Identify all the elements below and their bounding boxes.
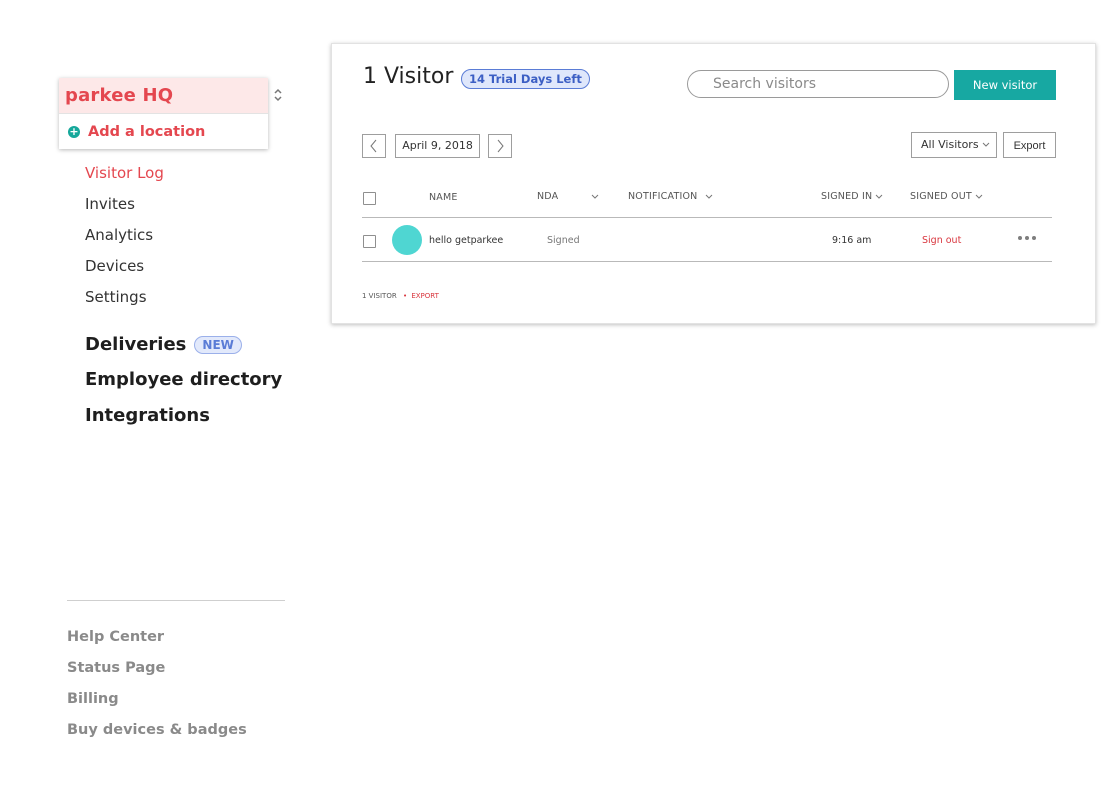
nav-invites[interactable]: Invites [85,195,135,213]
row-divider [362,261,1052,262]
column-header-signed-in[interactable]: SIGNED IN [821,191,872,202]
notification-sort-chevron-icon[interactable] [705,194,713,200]
buy-devices-link[interactable]: Buy devices & badges [67,722,247,738]
billing-link[interactable]: Billing [67,691,119,707]
column-header-name[interactable]: NAME [429,192,458,203]
location-name: parkee HQ [65,85,174,106]
nav-visitor-log[interactable]: Visitor Log [85,164,164,182]
table-footer: 1 VISITOR • EXPORT [362,292,439,300]
chevron-left-icon [369,139,379,153]
row-checkbox[interactable] [363,235,376,248]
location-switcher[interactable]: parkee HQ + Add a location [59,78,268,149]
integrations-label: Integrations [85,405,210,426]
footer-separator: • [402,292,408,300]
trial-badge[interactable]: 14 Trial Days Left [461,69,590,89]
status-page-link[interactable]: Status Page [67,660,165,676]
header-divider [362,217,1052,218]
nav-integrations[interactable]: Integrations [85,405,210,426]
column-header-signed-out[interactable]: SIGNED OUT [910,191,972,202]
more-options-icon[interactable] [1018,236,1036,240]
visitor-filter-select[interactable]: All Visitors [911,132,997,158]
nav-devices[interactable]: Devices [85,257,144,275]
chevron-down-icon [982,142,990,148]
column-header-nda[interactable]: NDA [537,191,558,202]
nav-settings[interactable]: Settings [85,288,147,306]
add-location-button[interactable]: + Add a location [59,114,268,149]
chevron-right-icon [495,139,505,153]
nav-analytics[interactable]: Analytics [85,226,153,244]
signed-in-time: 9:16 am [832,235,872,246]
help-center-link[interactable]: Help Center [67,629,164,645]
visitor-name[interactable]: hello getparkee [429,235,503,246]
search-input[interactable] [687,70,949,98]
page-title: 1 Visitor [363,64,454,89]
prev-date-button[interactable] [362,134,386,158]
plus-circle-icon: + [68,124,80,138]
visitor-log-panel: 1 Visitor 14 Trial Days Left New visitor… [331,43,1096,324]
employee-directory-label: Employee directory [85,369,283,390]
sidebar-divider [67,600,285,601]
deliveries-label: Deliveries [85,334,187,355]
column-header-notification[interactable]: NOTIFICATION [628,191,697,202]
nav-deliveries[interactable]: Deliveries NEW [85,334,242,355]
nda-status: Signed [547,235,580,246]
export-button[interactable]: Export [1003,132,1056,158]
nav-employee-directory[interactable]: Employee directory [85,369,282,390]
sign-out-link[interactable]: Sign out [922,235,961,246]
avatar [392,225,422,255]
date-picker[interactable]: April 9, 2018 [395,134,480,158]
footer-export-link[interactable]: EXPORT [411,292,439,300]
new-visitor-button[interactable]: New visitor [954,70,1056,100]
up-down-chevron-icon[interactable] [273,86,283,104]
select-all-checkbox[interactable] [363,192,376,205]
nda-sort-chevron-icon[interactable] [591,194,599,200]
new-badge: NEW [194,335,242,354]
signed-out-sort-chevron-icon[interactable] [975,194,983,200]
signed-in-sort-chevron-icon[interactable] [875,194,883,200]
visitor-count: 1 VISITOR [362,292,397,300]
add-location-label: Add a location [88,123,206,140]
current-location[interactable]: parkee HQ [59,78,268,114]
next-date-button[interactable] [488,134,512,158]
filter-value: All Visitors [921,138,979,151]
